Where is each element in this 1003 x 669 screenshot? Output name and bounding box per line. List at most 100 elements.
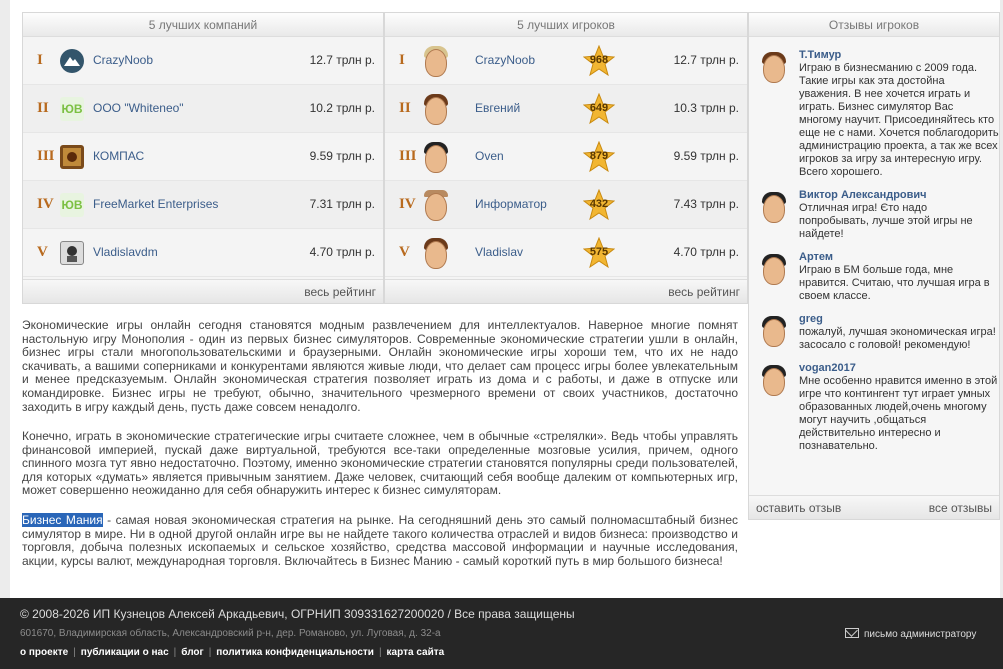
companies-full-rating-link[interactable]: весь рейтинг [23,279,383,303]
player-name-link[interactable]: Евгений [475,101,520,115]
review-item: Т.Тимур Играю в бизнесманию с 2009 года.… [749,49,999,179]
review-text: Играю в бизнесманию с 2009 года. Такие и… [799,62,999,178]
company-row[interactable]: II ЮВ ООО "Whiteneo" 10.2 трлн р. [23,85,383,133]
company-capital: 10.2 трлн р. [309,101,375,115]
rank-numeral: II [37,100,49,116]
company-capital: 4.70 трлн р. [309,245,375,259]
player-name-link[interactable]: Информатор [475,197,547,211]
players-full-rating-link[interactable]: весь рейтинг [385,279,747,303]
rank-numeral: III [37,148,55,164]
rank-numeral: I [399,52,405,68]
player-level: 968 [589,54,609,66]
player-avatar [423,187,449,223]
company-capital: 12.7 трлн р. [309,53,375,67]
rank-numeral: IV [37,196,54,212]
player-row[interactable]: I CrazyNoob 968 12.7 трлн р. [385,37,747,85]
player-row[interactable]: III Oven 879 9.59 трлн р. [385,133,747,181]
company-capital: 9.59 трлн р. [309,149,375,163]
top-players-title: 5 лучших игроков [385,13,747,37]
company-row[interactable]: V Vladislavdm 4.70 трлн р. [23,229,383,277]
company-logo-icon: ЮВ [60,97,84,121]
player-capital: 9.59 трлн р. [673,149,739,163]
level-star-icon: 649 [583,93,615,125]
company-logo-icon [60,241,84,265]
player-row[interactable]: II Евгений 649 10.3 трлн р. [385,85,747,133]
player-level: 575 [589,246,609,258]
reviews-title: Отзывы игроков [749,13,999,37]
leave-review-link[interactable]: оставить отзыв [756,501,841,515]
player-row[interactable]: IV Информатор 432 7.43 трлн р. [385,181,747,229]
player-level: 649 [589,102,609,114]
level-star-icon: 575 [583,237,615,269]
player-capital: 4.70 трлн р. [673,245,739,259]
footer-link-privacy[interactable]: политика конфиденциальности [216,647,374,658]
rank-numeral: I [37,52,43,68]
business-mania-description: - самая новая экономическая стратегия на… [22,513,738,568]
review-text: Мне особенно нравится именно в этой игре… [799,375,998,452]
footer-link-blog[interactable]: блог [181,647,203,658]
copyright: © 2008-2026 ИП Кузнецов Алексей Аркадьев… [20,607,575,621]
company-row[interactable]: IV ЮВ FreeMarket Enterprises 7.31 трлн р… [23,181,383,229]
reviewer-name-link[interactable]: Виктор Александрович [799,189,999,202]
reviews-footer: оставить отзыв все отзывы [749,495,999,519]
reviews-panel: Отзывы игроков Т.Тимур Играю в бизнесман… [748,12,1000,520]
player-level: 432 [589,198,609,210]
player-capital: 7.43 трлн р. [673,197,739,211]
reviewer-name-link[interactable]: vogan2017 [799,362,999,375]
business-mania-link[interactable]: Бизнес Мания [22,513,103,527]
mail-admin-link[interactable]: письмо администратору [845,628,976,640]
footer-link-sitemap[interactable]: карта сайта [387,647,445,658]
reviewer-avatar [761,313,787,349]
reviewer-avatar [761,362,787,398]
review-text: Играю в БМ больше года, мне нравится. Сч… [799,264,990,302]
level-star-icon: 432 [583,189,615,221]
company-name-link[interactable]: Vladislavdm [93,245,158,259]
rank-numeral: II [399,100,411,116]
review-item: vogan2017 Мне особенно нравится именно в… [749,362,999,453]
company-logo-icon [60,49,84,73]
address: 601670, Владимирская область, Александро… [20,628,441,639]
all-reviews-link[interactable]: все отзывы [929,496,992,520]
company-row[interactable]: III КОМПАС 9.59 трлн р. [23,133,383,181]
player-name-link[interactable]: Vladislav [475,245,523,259]
rank-numeral: V [399,244,410,260]
reviewer-avatar [761,251,787,287]
player-avatar [423,43,449,79]
envelope-icon [845,628,859,638]
company-name-link[interactable]: КОМПАС [93,149,144,163]
player-level: 879 [589,150,609,162]
mail-admin-label: письмо администратору [864,629,977,640]
company-capital: 7.31 трлн р. [309,197,375,211]
intro-paragraph: Экономические игры онлайн сегодня станов… [22,318,738,414]
review-text: пожалуй, лучшая экономическая игра! засо… [799,326,996,351]
player-capital: 12.7 трлн р. [673,53,739,67]
player-name-link[interactable]: CrazyNoob [475,53,535,67]
strategy-paragraph: Конечно, играть в экономические стратеги… [22,429,738,498]
player-name-link[interactable]: Oven [475,149,504,163]
player-capital: 10.3 трлн р. [673,101,739,115]
company-row[interactable]: I CrazyNoob 12.7 трлн р. [23,37,383,85]
reviewer-avatar [761,189,787,225]
level-star-icon: 879 [583,141,615,173]
company-logo-icon [60,145,84,169]
company-name-link[interactable]: CrazyNoob [93,53,153,67]
top-companies-title: 5 лучших компаний [23,13,383,37]
level-star-icon: 968 [583,45,615,77]
company-logo-icon: ЮВ [60,193,84,217]
company-name-link[interactable]: FreeMarket Enterprises [93,197,218,211]
review-item: Артем Играю в БМ больше года, мне нравит… [749,251,999,303]
reviewer-name-link[interactable]: Т.Тимур [799,49,999,62]
business-mania-paragraph: Бизнес Мания - самая новая экономическая… [22,513,738,568]
company-name-link[interactable]: ООО "Whiteneo" [93,101,184,115]
review-item: Виктор Александрович Отличная игра! Єто … [749,189,999,241]
review-item: greg пожалуй, лучшая экономическая игра!… [749,313,999,352]
footer-link-about[interactable]: о проекте [20,647,68,658]
player-row[interactable]: V Vladislav 575 4.70 трлн р. [385,229,747,277]
reviewer-name-link[interactable]: Артем [799,251,999,264]
footer-links: о проекте | публикации о нас | блог | политика… [20,647,445,658]
footer-link-publications[interactable]: публикации о нас [81,647,169,658]
rank-numeral: V [37,244,48,260]
reviewer-name-link[interactable]: greg [799,313,999,326]
player-avatar [423,139,449,175]
top-companies-panel: 5 лучших компаний I CrazyNoob 12.7 трлн … [22,12,384,304]
